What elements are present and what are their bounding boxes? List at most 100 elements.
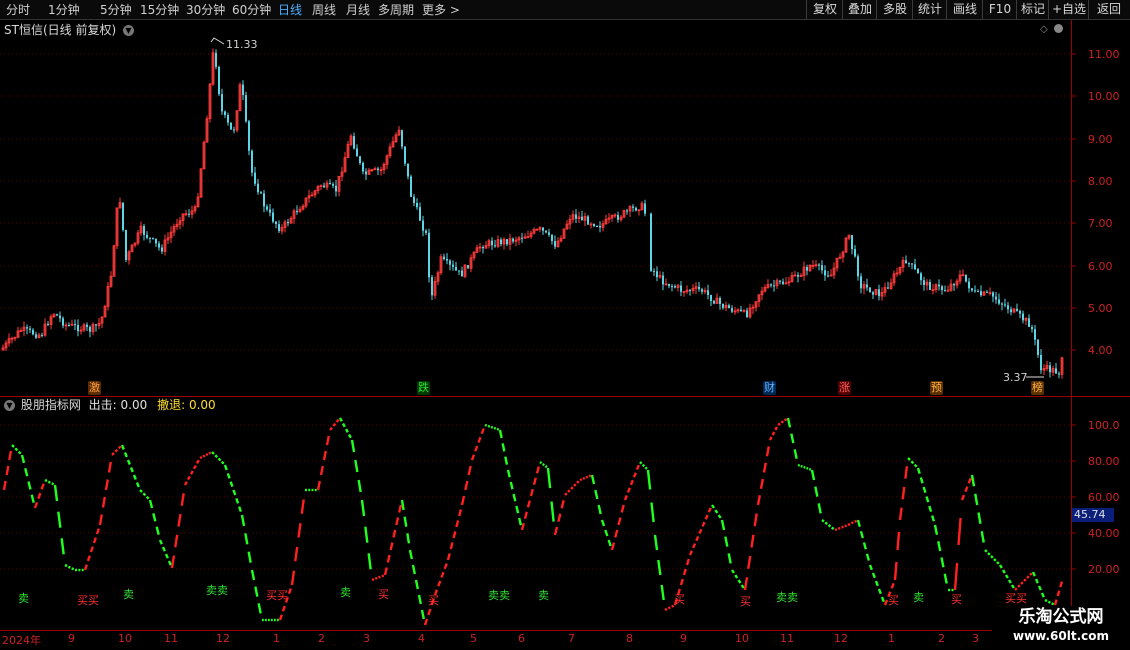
indicator-segment xyxy=(464,480,469,491)
indicator-segment xyxy=(541,463,545,467)
indicator-segment xyxy=(717,514,722,519)
candle-body xyxy=(1040,354,1042,371)
indicator-segment xyxy=(837,526,841,530)
indicator-segment xyxy=(901,486,906,500)
candle-body xyxy=(404,146,406,164)
candle-body xyxy=(596,226,598,228)
indicator-segment xyxy=(123,452,128,458)
indicator-segment xyxy=(509,481,514,490)
xaxis-label: 11 xyxy=(780,632,794,645)
candle-body xyxy=(971,288,973,291)
candle-body xyxy=(707,290,709,296)
indicator-segment xyxy=(389,542,394,551)
indicator-segment xyxy=(720,519,726,531)
indicator-segment xyxy=(386,554,391,563)
indicator-segment xyxy=(214,454,219,459)
indicator-segment xyxy=(504,456,509,465)
indicator-segment xyxy=(64,563,68,568)
indicator-segment xyxy=(515,505,520,514)
indicator-segment xyxy=(553,526,559,536)
indicator-segment xyxy=(1020,581,1024,585)
candle-body xyxy=(407,163,409,177)
indicator-segment xyxy=(5,465,10,476)
candle-body xyxy=(986,291,988,293)
indicator-segment xyxy=(1047,600,1051,604)
event-marker[interactable]: 财 xyxy=(763,381,776,395)
indicator-segment xyxy=(104,479,109,491)
indicator-segment xyxy=(344,428,349,433)
indicator-segment xyxy=(907,457,911,461)
candle-body xyxy=(653,270,655,272)
event-marker[interactable]: 跌 xyxy=(417,381,430,395)
indicator-segment xyxy=(120,444,125,450)
indicator-segment xyxy=(364,526,369,543)
price-tick: 5.00 xyxy=(1088,302,1113,315)
indicator-segment xyxy=(437,580,442,587)
event-marker[interactable]: 涨 xyxy=(838,381,851,395)
candle-body xyxy=(215,52,217,67)
candle-body xyxy=(869,287,871,293)
indicator-segment xyxy=(297,523,302,538)
indicator-segment xyxy=(759,478,764,489)
event-marker[interactable]: 预 xyxy=(930,381,943,395)
indicator-segment xyxy=(117,445,122,450)
candle-body xyxy=(449,260,451,265)
candle-body xyxy=(728,305,730,309)
indicator-segment xyxy=(604,529,609,537)
candle-body xyxy=(443,256,445,259)
indicator-segment xyxy=(487,424,491,428)
indicator-segment xyxy=(281,605,286,612)
indicator-segment xyxy=(827,524,832,528)
indicator-segment xyxy=(406,533,411,544)
candle-body xyxy=(1034,329,1036,340)
buy-signal: 买 xyxy=(888,594,899,607)
indicator-segment xyxy=(564,492,568,496)
retreat-value: 0.00 xyxy=(188,398,216,412)
candle-body xyxy=(920,273,922,281)
indicator-segment xyxy=(698,528,703,535)
chevron-down-icon[interactable]: ▼ xyxy=(4,400,15,411)
candle-body xyxy=(335,185,337,192)
candle-body xyxy=(467,265,469,269)
indicator-segment xyxy=(208,451,212,455)
indicator-segment xyxy=(862,542,867,550)
indicator-segment xyxy=(484,423,488,427)
indicator-segment xyxy=(257,603,262,614)
indicator-segment xyxy=(199,456,203,460)
indicator-segment xyxy=(341,422,346,428)
candle-body xyxy=(149,237,151,239)
indicator-segment xyxy=(529,488,534,497)
indicator-tick: 60.00 xyxy=(1088,491,1120,504)
xaxis-label: 3 xyxy=(972,632,979,645)
candle-body xyxy=(224,111,226,116)
event-marker[interactable]: 激 xyxy=(88,381,101,395)
indicator-segment xyxy=(490,425,494,429)
candle-body xyxy=(155,238,157,244)
indicator-segment xyxy=(808,467,812,471)
sell-signal: 卖 xyxy=(913,591,924,604)
indicator-segment xyxy=(957,517,962,546)
indicator-segment xyxy=(974,493,979,506)
indicator-segment xyxy=(148,499,154,509)
indicator-segment xyxy=(660,584,665,601)
indicator-segment xyxy=(232,489,237,496)
indicator-segment xyxy=(617,517,622,526)
candle-body xyxy=(242,84,244,96)
candle-body xyxy=(218,66,220,95)
candle-body xyxy=(362,162,364,172)
indicator-segment xyxy=(910,460,915,465)
high-price-label: 11.33 xyxy=(226,38,258,51)
low-price-label: 3.37 xyxy=(1003,371,1028,384)
sell-signal: 卖卖 xyxy=(776,591,798,604)
out-label: 出击: xyxy=(88,398,117,412)
indicator-segment xyxy=(877,588,882,595)
candle-body xyxy=(599,226,601,228)
candle-body xyxy=(1001,303,1003,305)
candle-body xyxy=(230,122,232,130)
candle-body xyxy=(545,230,547,233)
indicator-segment xyxy=(132,474,137,480)
indicator-segment xyxy=(229,481,234,488)
indicator-segment xyxy=(107,461,112,473)
indicator-segment xyxy=(89,546,94,553)
event-marker[interactable]: 榜 xyxy=(1031,381,1044,395)
